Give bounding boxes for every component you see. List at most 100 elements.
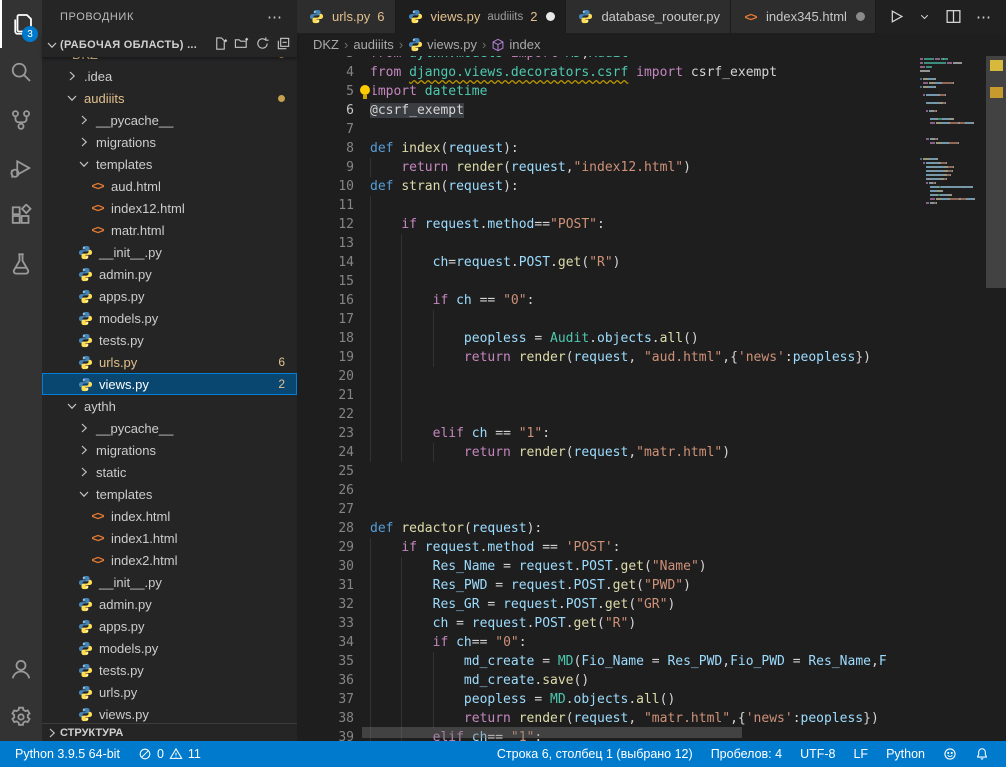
code-line[interactable]: 10def stran(request): (297, 177, 1006, 196)
code-line[interactable]: 30 Res_Name = request.POST.get("Name") (297, 557, 1006, 576)
activity-explorer-icon[interactable]: 3 (0, 0, 42, 48)
code-line[interactable]: 23 elif ch == "1": (297, 424, 1006, 443)
line-number[interactable]: 35 (297, 652, 358, 671)
section-action-new-folder-icon[interactable] (234, 36, 249, 54)
tree-item-.idea[interactable]: .idea (42, 65, 297, 87)
code-line[interactable]: 31 Res_PWD = request.POST.get("PWD") (297, 576, 1006, 595)
line-number[interactable]: 21 (297, 386, 358, 405)
horizontal-scrollbar-thumb[interactable] (362, 727, 742, 738)
activity-testing-icon[interactable] (0, 240, 42, 288)
tree-item-urls.py[interactable]: urls.py6 (42, 351, 297, 373)
tree-item-migrations[interactable]: migrations (42, 439, 297, 461)
tree-item-tests.py[interactable]: tests.py (42, 329, 297, 351)
tree-item-models.py[interactable]: models.py (42, 637, 297, 659)
tree-item-aythh[interactable]: aythh (42, 395, 297, 417)
code-line[interactable]: 27 (297, 500, 1006, 519)
breadcrumb-item-index[interactable]: index (491, 37, 540, 52)
tree-item-__pycache__[interactable]: __pycache__ (42, 109, 297, 131)
line-number[interactable]: 29 (297, 538, 358, 557)
workspace-section-header[interactable]: (РАБОЧАЯ ОБЛАСТЬ) ... (42, 33, 297, 57)
status-encoding[interactable]: UTF-8 (793, 741, 842, 767)
tree-item-index1.html[interactable]: <>index1.html (42, 527, 297, 549)
code-editor[interactable]: 3from aythh.models import MD,Audit4from … (297, 56, 1006, 741)
line-number[interactable]: 15 (297, 272, 358, 291)
code-line[interactable]: 7 (297, 120, 1006, 139)
run-button[interactable] (887, 8, 904, 25)
tree-item-index.html[interactable]: <>index.html (42, 505, 297, 527)
line-number[interactable]: 16 (297, 291, 358, 310)
line-number[interactable]: 30 (297, 557, 358, 576)
tree-item-static[interactable]: static (42, 461, 297, 483)
code-line[interactable]: 32 Res_GR = request.POST.get("GR") (297, 595, 1006, 614)
tree-item-views.py[interactable]: views.py2 (42, 373, 297, 395)
code-line[interactable]: 12 if request.method=="POST": (297, 215, 1006, 234)
code-line[interactable]: 11 (297, 196, 1006, 215)
tab-views.py[interactable]: views.pyaudiiits2 (396, 0, 567, 33)
tree-item-matr.html[interactable]: <>matr.html (42, 219, 297, 241)
line-number[interactable]: 3 (297, 56, 358, 63)
code-line[interactable]: 15 (297, 272, 1006, 291)
line-number[interactable]: 5 (297, 82, 358, 101)
line-number[interactable]: 23 (297, 424, 358, 443)
line-number[interactable]: 24 (297, 443, 358, 462)
code-line[interactable]: 3from aythh.models import MD,Audit (297, 56, 1006, 63)
activity-source-control-icon[interactable] (0, 96, 42, 144)
code-line[interactable]: 37 peopless = MD.objects.all() (297, 690, 1006, 709)
code-line[interactable]: 4from django.views.decorators.csrf impor… (297, 63, 1006, 82)
line-number[interactable]: 8 (297, 139, 358, 158)
code-line[interactable]: 36 md_create.save() (297, 671, 1006, 690)
tree-item-aud.html[interactable]: <>aud.html (42, 175, 297, 197)
more-actions-button[interactable]: ⋯ (976, 8, 992, 26)
line-number[interactable]: 20 (297, 367, 358, 386)
code-line[interactable]: 38 return render(request, "matr.html",{'… (297, 709, 1006, 728)
code-line[interactable]: 5import datetime (297, 82, 1006, 101)
tree-item-__pycache__[interactable]: __pycache__ (42, 417, 297, 439)
line-number[interactable]: 6 (297, 101, 358, 120)
status-language[interactable]: Python (879, 741, 932, 767)
line-number[interactable]: 28 (297, 519, 358, 538)
line-number[interactable]: 18 (297, 329, 358, 348)
split-editor-button[interactable] (945, 8, 962, 25)
tree-item-apps.py[interactable]: apps.py (42, 615, 297, 637)
tree-item-views.py[interactable]: views.py (42, 703, 297, 723)
line-number[interactable]: 39 (297, 728, 358, 741)
tree-item-apps.py[interactable]: apps.py (42, 285, 297, 307)
line-number[interactable]: 38 (297, 709, 358, 728)
code-line[interactable]: 24 return render(request,"matr.html") (297, 443, 1006, 462)
line-number[interactable]: 36 (297, 671, 358, 690)
line-number[interactable]: 33 (297, 614, 358, 633)
tree-item-admin.py[interactable]: admin.py (42, 263, 297, 285)
activity-run-debug-icon[interactable] (0, 144, 42, 192)
line-number[interactable]: 13 (297, 234, 358, 253)
line-number[interactable]: 22 (297, 405, 358, 424)
code-line[interactable]: 33 ch = request.POST.get("R") (297, 614, 1006, 633)
explorer-more-actions-icon[interactable]: ⋯ (267, 8, 283, 26)
code-line[interactable]: 28def redactor(request): (297, 519, 1006, 538)
tree-item-__init__.py[interactable]: __init__.py (42, 571, 297, 593)
line-number[interactable]: 7 (297, 120, 358, 139)
breadcrumb-item-DKZ[interactable]: DKZ (313, 37, 339, 52)
code-line[interactable]: 21 (297, 386, 1006, 405)
line-number[interactable]: 17 (297, 310, 358, 329)
line-number[interactable]: 19 (297, 348, 358, 367)
activity-extensions-icon[interactable] (0, 192, 42, 240)
tree-item-tests.py[interactable]: tests.py (42, 659, 297, 681)
line-number[interactable]: 26 (297, 481, 358, 500)
tree-item-admin.py[interactable]: admin.py (42, 593, 297, 615)
tree-item-audiiits[interactable]: audiiits (42, 87, 297, 109)
line-number[interactable]: 10 (297, 177, 358, 196)
status-cursor-position[interactable]: Строка 6, столбец 1 (выбрано 12) (490, 741, 700, 767)
line-number[interactable]: 4 (297, 63, 358, 82)
code-line[interactable]: 18 peopless = Audit.objects.all() (297, 329, 1006, 348)
tree-item-index12.html[interactable]: <>index12.html (42, 197, 297, 219)
code-line[interactable]: 20 (297, 367, 1006, 386)
line-number[interactable]: 9 (297, 158, 358, 177)
breadcrumb-item-views.py[interactable]: views.py (408, 37, 477, 52)
breadcrumb-item-audiiits[interactable]: audiiits (353, 37, 393, 52)
status-problems[interactable]: 011 (131, 741, 208, 767)
code-line[interactable]: 8def index(request): (297, 139, 1006, 158)
code-line[interactable]: 6@csrf_exempt (297, 101, 1006, 120)
code-line[interactable]: 17 (297, 310, 1006, 329)
section-action-collapse-all-icon[interactable] (276, 36, 291, 54)
lightbulb-icon[interactable] (358, 85, 373, 100)
